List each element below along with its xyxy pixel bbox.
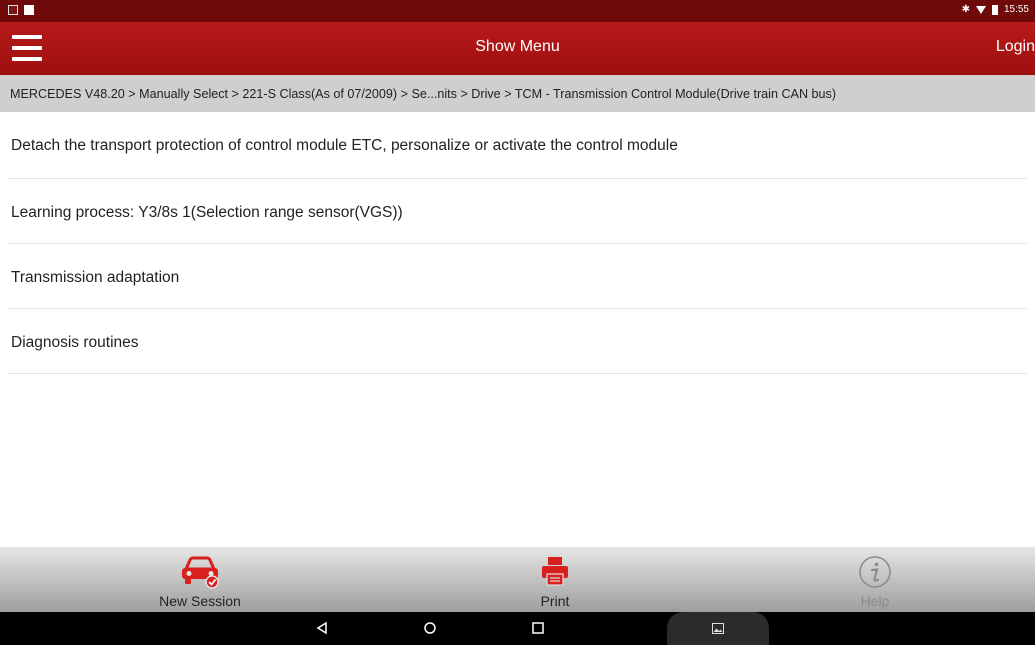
gallery-notification-icon <box>8 5 18 15</box>
list-item-transmission-adaptation[interactable]: Transmission adaptation <box>8 244 1027 309</box>
info-icon <box>859 556 891 588</box>
bottom-toolbar: New Session Print Help <box>0 547 1035 612</box>
print-button[interactable]: Print <box>500 547 610 612</box>
recent-apps-button[interactable] <box>518 612 558 645</box>
notification-square-icon <box>24 5 34 15</box>
back-triangle-icon <box>316 621 327 635</box>
function-list: Detach the transport protection of contr… <box>0 112 1035 374</box>
list-item-detach-transport-protection[interactable]: Detach the transport protection of contr… <box>8 112 1027 179</box>
new-session-button[interactable]: New Session <box>120 547 280 612</box>
back-button[interactable] <box>302 612 342 645</box>
image-icon <box>712 623 724 634</box>
new-session-label: New Session <box>159 593 241 609</box>
breadcrumb: MERCEDES V48.20 > Manually Select > 221-… <box>0 75 1035 112</box>
app-header: Show Menu Login <box>0 22 1035 75</box>
home-circle-icon <box>424 622 436 634</box>
battery-icon <box>991 4 998 15</box>
screenshot-button[interactable] <box>667 612 769 645</box>
recent-square-icon <box>532 622 544 634</box>
status-time: 15:55 <box>1003 4 1029 15</box>
help-button[interactable]: Help <box>820 547 930 612</box>
help-label: Help <box>860 593 890 609</box>
page-title: Show Menu <box>475 38 560 55</box>
status-bar: ✱ 15:55 <box>0 0 1035 22</box>
wifi-icon <box>975 5 986 14</box>
home-button[interactable] <box>410 612 450 645</box>
list-item-diagnosis-routines[interactable]: Diagnosis routines <box>8 309 1027 374</box>
bluetooth-icon: ✱ <box>961 4 970 15</box>
car-icon <box>182 556 219 589</box>
print-label: Print <box>540 593 570 609</box>
login-button[interactable]: Login <box>996 38 1035 56</box>
printer-icon <box>542 557 568 586</box>
list-item-learning-process[interactable]: Learning process: Y3/8s 1(Selection rang… <box>8 179 1027 244</box>
system-nav-bar <box>0 612 1035 645</box>
